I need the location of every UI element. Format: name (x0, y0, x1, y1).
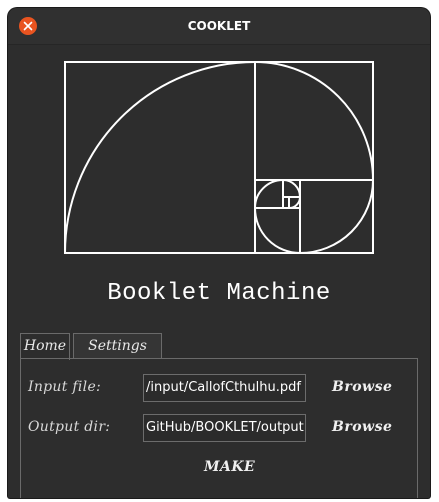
output-dir-label: Output dir: (28, 419, 111, 435)
titlebar: COOKLET (8, 8, 430, 45)
input-file-field[interactable]: /input/CallofCthulhu.pdf (143, 374, 306, 402)
make-button[interactable]: MAKE (204, 459, 255, 475)
tab-home[interactable]: Home (20, 333, 70, 360)
app-heading: Booklet Machine (107, 280, 331, 307)
golden-spiral-icon (64, 60, 375, 260)
output-browse-button[interactable]: Browse (332, 419, 392, 435)
tab-settings[interactable]: Settings (73, 333, 162, 358)
input-file-label: Input file: (28, 379, 102, 395)
input-browse-button[interactable]: Browse (332, 379, 392, 395)
close-icon (23, 21, 33, 31)
window-title: COOKLET (187, 19, 251, 33)
close-button[interactable] (19, 17, 37, 35)
app-window: COOKLET Booklet Machine Home Settings In… (8, 8, 430, 498)
output-dir-field[interactable]: GitHub/BOOKLET/output (143, 414, 306, 442)
home-panel: Input file: /input/CallofCthulhu.pdf Bro… (20, 358, 418, 498)
